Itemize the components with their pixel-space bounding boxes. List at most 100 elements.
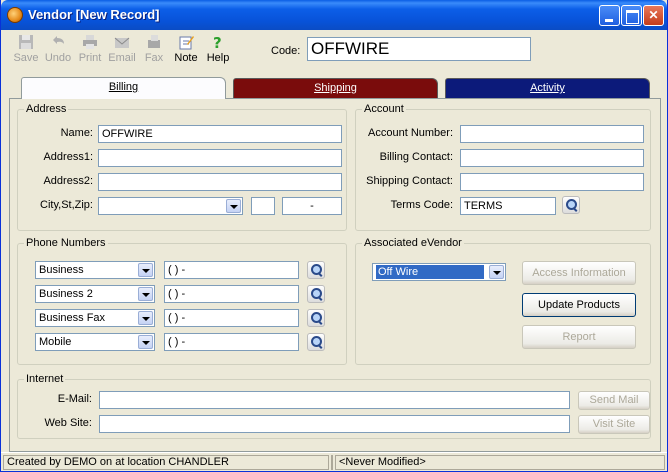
address-group: Address Name: OFFWIRE Address1: Address2… — [17, 103, 347, 231]
billing-panel: Address Name: OFFWIRE Address1: Address2… — [9, 98, 661, 452]
help-button[interactable]: ? Help — [204, 34, 232, 64]
city-combo[interactable] — [98, 197, 243, 215]
evendor-group-title: Associated eVendor — [362, 237, 464, 249]
email-label: E-Mail: — [57, 393, 92, 405]
terms-code-label: Terms Code: — [390, 199, 453, 211]
chevron-down-icon[interactable] — [138, 311, 153, 325]
address-group-title: Address — [24, 103, 69, 115]
shipping-contact-label: Shipping Contact: — [366, 175, 453, 187]
window-title: Vendor [New Record] — [28, 7, 160, 22]
evendor-selected-value: Off Wire — [376, 265, 484, 279]
undo-arrow-icon — [53, 36, 64, 44]
website-input[interactable] — [99, 415, 570, 433]
tab-activity[interactable]: Activity — [445, 78, 650, 98]
code-label: Code: — [271, 45, 301, 57]
evendor-group: Associated eVendor Off Wire Access Infor… — [355, 237, 651, 365]
chevron-down-icon[interactable] — [489, 265, 504, 279]
note-icon — [179, 36, 194, 50]
city-st-zip-label: City,St,Zip: — [40, 199, 93, 211]
access-information-button[interactable]: Access Information — [522, 261, 636, 285]
evendor-select[interactable]: Off Wire — [372, 263, 506, 281]
print-label: Print — [78, 52, 102, 64]
tab-billing-label: Billing — [108, 81, 139, 93]
minimize-button[interactable] — [599, 5, 620, 26]
name-input[interactable]: OFFWIRE — [98, 125, 342, 143]
phone-search-icon[interactable] — [307, 333, 325, 351]
state-input[interactable] — [251, 197, 275, 215]
internet-group: Internet E-Mail: Send Mail Web Site: Vis… — [17, 373, 651, 439]
phone-type-combo[interactable]: Business Fax — [35, 309, 155, 327]
chevron-down-icon[interactable] — [138, 263, 153, 277]
phone-numbers-group-title: Phone Numbers — [24, 237, 108, 249]
zip-input[interactable]: - — [282, 197, 342, 215]
terms-code-input[interactable]: TERMS — [460, 197, 556, 215]
terms-search-icon[interactable] — [562, 196, 580, 214]
help-label: Help — [206, 52, 230, 64]
billing-contact-label: Billing Contact: — [379, 151, 453, 163]
undo-button[interactable]: Undo — [44, 34, 72, 64]
phone-type-combo[interactable]: Business 2 — [35, 285, 155, 303]
report-button[interactable]: Report — [522, 325, 636, 349]
fax-button[interactable]: Fax — [140, 34, 168, 64]
address1-label: Address1: — [43, 151, 93, 163]
address2-label: Address2: — [43, 175, 93, 187]
chevron-down-icon[interactable] — [138, 287, 153, 301]
visit-site-button[interactable]: Visit Site — [578, 415, 650, 434]
status-bar: Created by DEMO on at location CHANDLER … — [1, 452, 667, 470]
phone-type-combo[interactable]: Business — [35, 261, 155, 279]
tab-shipping[interactable]: Shipping — [233, 78, 438, 98]
close-button[interactable]: ✕ — [643, 5, 664, 26]
svg-text:?: ? — [213, 34, 222, 50]
chevron-down-icon[interactable] — [138, 335, 153, 349]
address2-input[interactable] — [98, 173, 342, 191]
phone-number-input[interactable]: ( ) - — [164, 261, 299, 279]
email-label: Email — [108, 52, 136, 64]
phone-type-value: Business 2 — [39, 288, 93, 300]
tab-shipping-label: Shipping — [314, 82, 357, 94]
tab-billing[interactable]: Billing — [21, 77, 226, 99]
note-label: Note — [174, 52, 198, 64]
shipping-contact-input[interactable] — [460, 173, 644, 191]
fax-label: Fax — [144, 52, 164, 64]
code-input[interactable]: OFFWIRE — [307, 37, 531, 61]
chevron-down-icon[interactable] — [226, 199, 241, 213]
update-products-button[interactable]: Update Products — [522, 293, 636, 317]
email-icon — [114, 37, 130, 48]
phone-type-value: Mobile — [39, 336, 72, 348]
phone-search-icon[interactable] — [307, 309, 325, 327]
account-number-label: Account Number: — [368, 127, 453, 139]
undo-label: Undo — [44, 52, 72, 64]
printer-icon — [83, 35, 97, 49]
phone-number-input[interactable]: ( ) - — [164, 333, 299, 351]
print-button[interactable]: Print — [76, 34, 104, 64]
save-label: Save — [13, 52, 39, 64]
status-modified: <Never Modified> — [335, 455, 665, 470]
status-created: Created by DEMO on at location CHANDLER — [3, 455, 329, 470]
phone-number-input[interactable]: ( ) - — [164, 309, 299, 327]
maximize-button[interactable] — [621, 5, 642, 26]
phone-search-icon[interactable] — [307, 261, 325, 279]
website-label: Web Site: — [44, 417, 93, 429]
vendor-window: Vendor [New Record] ✕ Save Undo Print Em… — [0, 0, 668, 472]
status-middle — [331, 455, 333, 470]
account-group-title: Account — [362, 103, 406, 115]
title-bar[interactable]: Vendor [New Record] ✕ — [1, 0, 667, 30]
phone-type-value: Business — [39, 264, 84, 276]
account-group: Account Account Number: Billing Contact:… — [355, 103, 651, 231]
account-number-input[interactable] — [460, 125, 644, 143]
note-button[interactable]: Note — [172, 34, 200, 64]
send-mail-button[interactable]: Send Mail — [578, 391, 650, 410]
name-label: Name: — [60, 127, 93, 139]
save-button[interactable]: Save — [12, 34, 40, 64]
phone-type-value: Business Fax — [39, 312, 106, 324]
address1-input[interactable] — [98, 149, 342, 167]
phone-search-icon[interactable] — [307, 285, 325, 303]
tab-activity-label: Activity — [530, 82, 565, 94]
billing-contact-input[interactable] — [460, 149, 644, 167]
phone-number-input[interactable]: ( ) - — [164, 285, 299, 303]
email-input[interactable] — [99, 391, 570, 409]
app-icon — [7, 7, 23, 23]
phone-type-combo[interactable]: Mobile — [35, 333, 155, 351]
email-button[interactable]: Email — [108, 34, 136, 64]
help-question-icon: ? — [213, 34, 222, 50]
